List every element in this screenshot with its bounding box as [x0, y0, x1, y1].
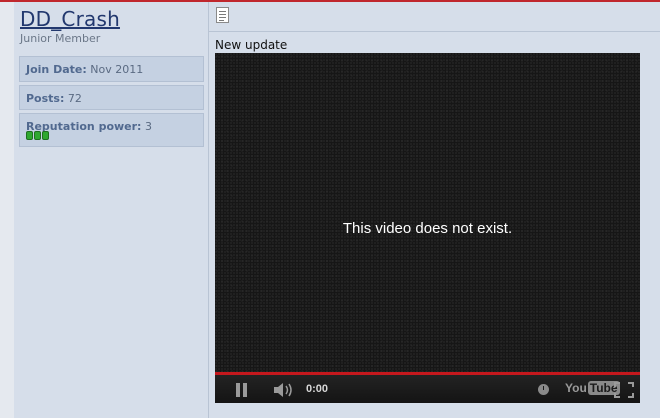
document-icon: [216, 7, 229, 23]
posts-label: Posts:: [26, 92, 65, 105]
watch-later-icon[interactable]: [538, 384, 549, 395]
left-gutter: [0, 2, 14, 418]
user-info-panel: DD_Crash Junior Member Join Date: Nov 20…: [14, 2, 209, 418]
posts-value: 72: [67, 92, 82, 105]
post-header: [209, 2, 660, 32]
reputation-pip-icon: [34, 131, 41, 140]
video-player[interactable]: This video does not exist. 0:00 You Tube: [215, 53, 640, 403]
post-text: New update: [215, 38, 288, 52]
join-date-value: Nov 2011: [90, 63, 144, 76]
video-time: 0:00: [306, 383, 329, 395]
username-link[interactable]: DD_Crash: [20, 7, 120, 31]
volume-icon[interactable]: [273, 382, 295, 398]
youtube-logo[interactable]: You Tube: [565, 381, 620, 395]
pause-icon[interactable]: [235, 383, 249, 397]
reputation-pip-icon: [42, 131, 49, 140]
reputation-pips: [26, 131, 49, 140]
post-content: New update This video does not exist. 0:…: [209, 2, 660, 418]
video-error-message: This video does not exist.: [342, 220, 513, 237]
join-date-stat: Join Date: Nov 2011: [19, 56, 204, 82]
reputation-value: 3: [144, 120, 152, 133]
reputation-pip-icon: [26, 131, 33, 140]
user-title: Junior Member: [20, 32, 101, 45]
video-controls: 0:00 You Tube: [215, 375, 640, 403]
join-date-label: Join Date:: [26, 63, 87, 76]
reputation-stat: Reputation power: 3: [19, 113, 204, 147]
fullscreen-icon[interactable]: [614, 382, 634, 398]
posts-stat: Posts: 72: [19, 85, 204, 110]
youtube-logo-you: You: [565, 381, 587, 395]
